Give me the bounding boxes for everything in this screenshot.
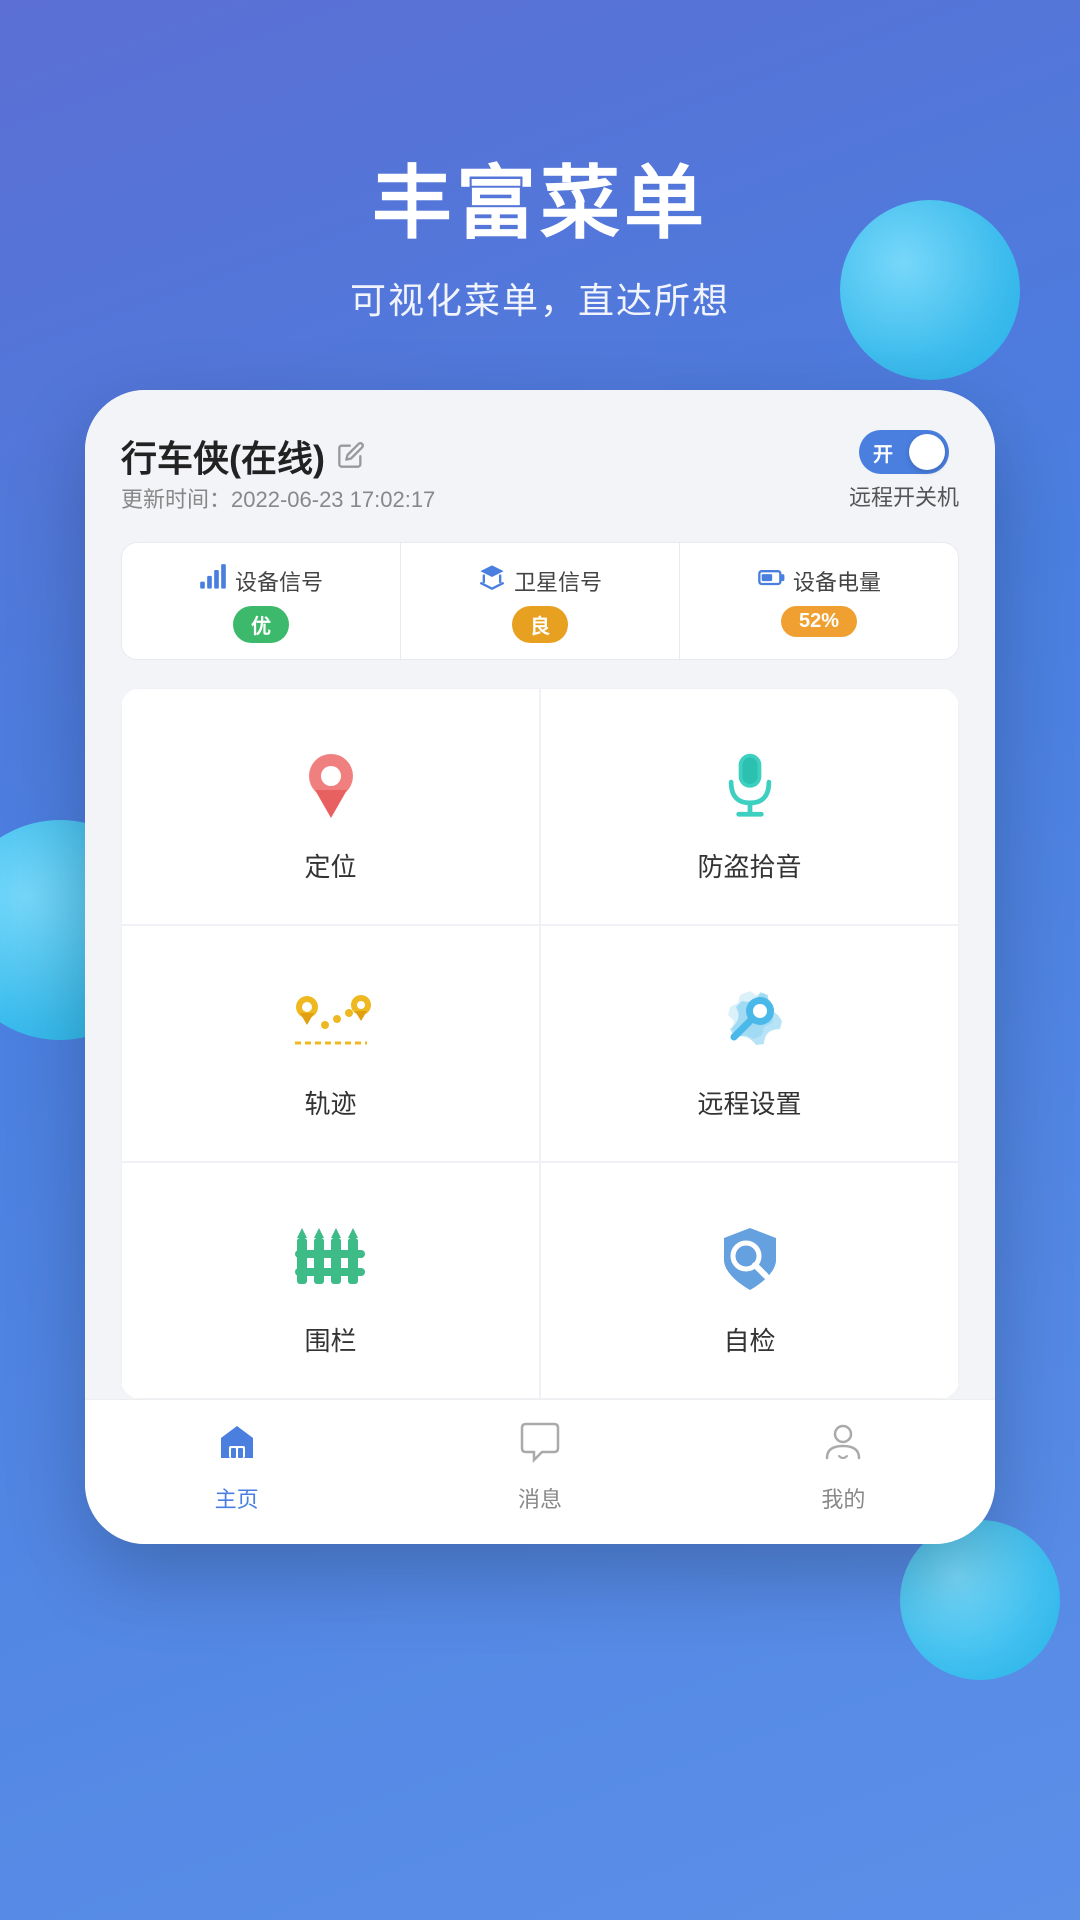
signal-header-battery: 设备电量 [757, 563, 881, 598]
device-signal-label: 设备信号 [235, 565, 323, 597]
menu-item-mic[interactable]: 防盗拾音 [540, 688, 959, 925]
signal-item-satellite: 卫星信号 良 [401, 543, 680, 659]
signal-item-battery: 设备电量 52% [680, 543, 958, 659]
device-topbar: 行车侠(在线) 更新时间：2022-06-23 17:02:17 开 远程开关机 [121, 430, 959, 534]
satellite-signal-badge: 良 [512, 606, 568, 643]
battery-label: 设备电量 [793, 565, 881, 597]
blob-bottom-right [900, 1520, 1060, 1680]
menu-label-location: 定位 [304, 847, 356, 884]
menu-item-location[interactable]: 定位 [121, 688, 540, 925]
device-name-row: 行车侠(在线) [121, 430, 435, 482]
track-icon [286, 976, 376, 1066]
menu-item-track[interactable]: 轨迹 [121, 925, 540, 1162]
inspect-icon [705, 1213, 795, 1303]
signal-item-device: 设备信号 优 [122, 543, 401, 659]
settings-icon [705, 976, 795, 1066]
menu-label-track: 轨迹 [304, 1084, 356, 1121]
signal-header-device: 设备信号 [199, 563, 323, 598]
menu-item-settings[interactable]: 远程设置 [540, 925, 959, 1162]
battery-icon [757, 563, 785, 598]
bottom-nav: 主页 消息 我的 [85, 1399, 995, 1544]
menu-label-inspect: 自检 [723, 1321, 775, 1358]
header-title: 丰富菜单 [0, 160, 1080, 248]
device-signal-badge: 优 [233, 606, 289, 643]
menu-item-fence[interactable]: 围栏 [121, 1162, 540, 1399]
power-toggle[interactable]: 开 [859, 430, 949, 474]
message-icon [518, 1420, 562, 1474]
menu-label-fence: 围栏 [304, 1321, 356, 1358]
nav-item-home[interactable]: 主页 [175, 1420, 299, 1514]
nav-label-home: 主页 [215, 1482, 259, 1514]
toggle-area: 开 远程开关机 [849, 430, 959, 512]
nav-item-profile[interactable]: 我的 [781, 1420, 905, 1514]
header: 丰富菜单 可视化菜单，直达所想 [0, 0, 1080, 324]
update-time: 更新时间：2022-06-23 17:02:17 [121, 482, 435, 514]
device-name: 行车侠(在线) [121, 430, 325, 482]
edit-icon[interactable] [337, 441, 367, 471]
fence-icon [286, 1213, 376, 1303]
toggle-on-label: 开 [873, 438, 893, 467]
menu-grid: 定位 防盗拾音 [121, 688, 959, 1399]
remote-label: 远程开关机 [849, 480, 959, 512]
signal-bar-icon [199, 563, 227, 598]
profile-icon [821, 1420, 865, 1474]
location-icon [286, 739, 376, 829]
signal-row: 设备信号 优 卫星信号 良 [121, 542, 959, 660]
nav-label-profile: 我的 [821, 1482, 865, 1514]
battery-badge: 52% [781, 606, 857, 637]
signal-header-satellite: 卫星信号 [478, 563, 602, 598]
menu-label-mic: 防盗拾音 [697, 847, 801, 884]
menu-label-settings: 远程设置 [697, 1084, 801, 1121]
menu-item-inspect[interactable]: 自检 [540, 1162, 959, 1399]
device-name-col: 行车侠(在线) 更新时间：2022-06-23 17:02:17 [121, 430, 435, 534]
toggle-knob [909, 434, 945, 470]
nav-label-message: 消息 [518, 1482, 562, 1514]
satellite-signal-label: 卫星信号 [514, 565, 602, 597]
header-subtitle: 可视化菜单，直达所想 [0, 272, 1080, 324]
phone-mockup: 行车侠(在线) 更新时间：2022-06-23 17:02:17 开 远程开关机 [85, 390, 995, 1544]
device-content: 行车侠(在线) 更新时间：2022-06-23 17:02:17 开 远程开关机 [85, 390, 995, 1399]
mic-icon [705, 739, 795, 829]
satellite-icon [478, 563, 506, 598]
home-icon [215, 1420, 259, 1474]
nav-item-message[interactable]: 消息 [478, 1420, 602, 1514]
